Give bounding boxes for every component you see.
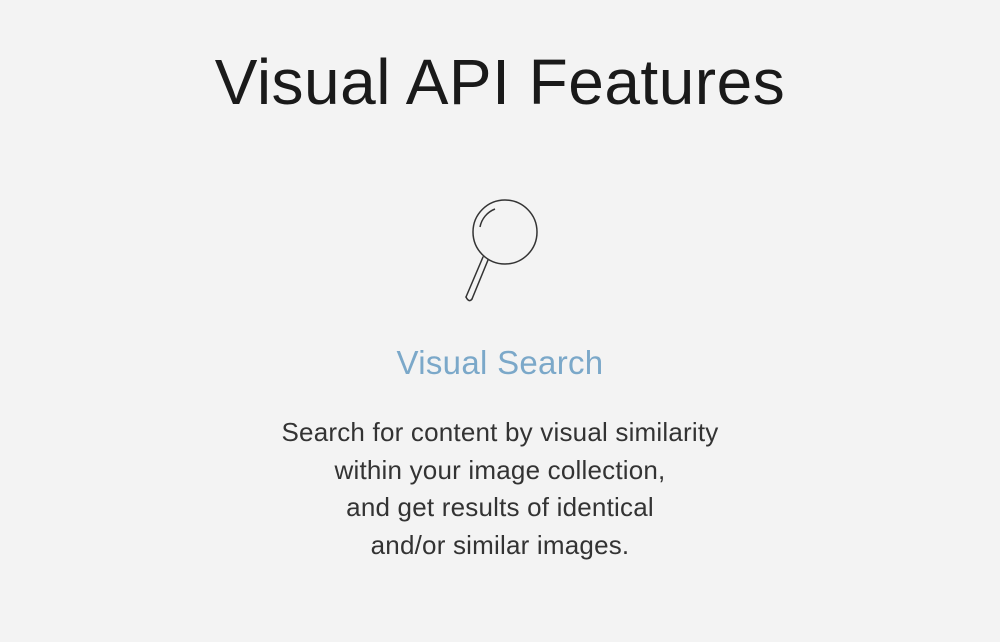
description-line: Search for content by visual similarity: [282, 417, 719, 447]
magnifying-glass-icon: [450, 194, 550, 314]
feature-title: Visual Search: [397, 344, 604, 382]
page-title: Visual API Features: [215, 45, 785, 119]
description-line: and/or similar images.: [371, 530, 630, 560]
description-line: within your image collection,: [335, 455, 666, 485]
feature-description: Search for content by visual similarity …: [282, 414, 719, 565]
description-line: and get results of identical: [346, 492, 654, 522]
